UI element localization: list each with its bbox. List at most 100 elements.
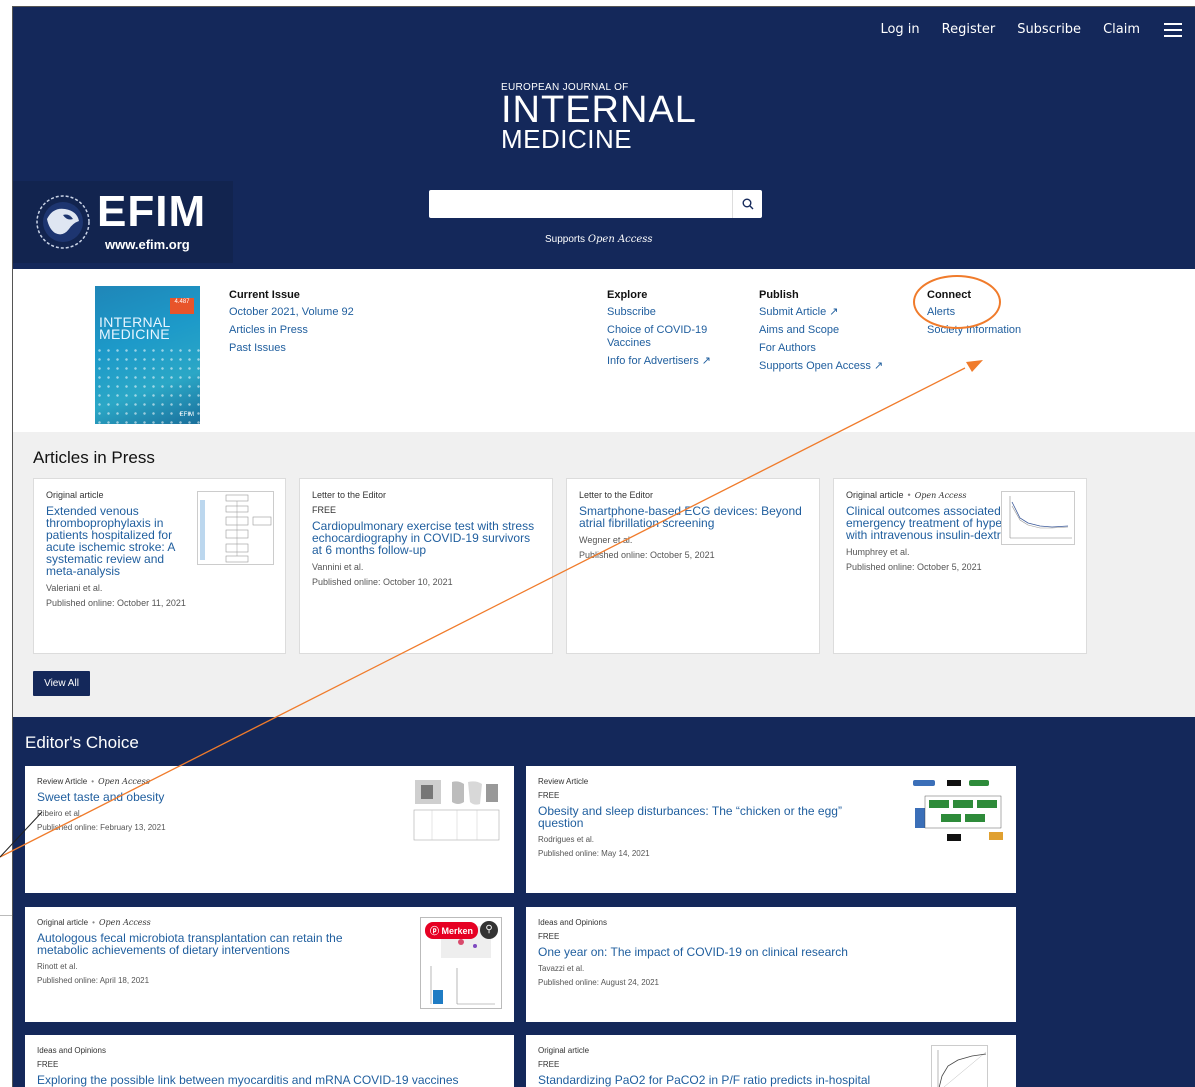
article-type: Original article — [37, 918, 89, 927]
flowchart-thumbnail-icon — [200, 494, 272, 563]
article-thumbnail[interactable] — [197, 491, 274, 565]
article-card[interactable]: Letter to the Editor FREE Cardiopulmonar… — [299, 478, 553, 654]
supports-open-access[interactable]: Supports Open Access — [545, 234, 653, 245]
article-authors: Tavazzi et al. — [538, 964, 585, 973]
explore-column: Explore Subscribe Choice of COVID-19 Vac… — [607, 289, 737, 373]
page: Log in Register Subscribe Claim EUROPEAN… — [12, 6, 1195, 1087]
efim-url: www.efim.org — [105, 237, 190, 252]
publish-heading: Publish — [759, 289, 799, 301]
view-all-button[interactable]: View All — [33, 671, 90, 696]
journal-info: 4.487 INTERNAL MEDICINE EFIM Current Iss… — [13, 269, 1195, 432]
article-card[interactable]: Review Article • Open Access Sweet taste a… — [25, 766, 514, 893]
register-link[interactable]: Register — [942, 22, 996, 37]
cover-title-line-2: MEDICINE — [99, 326, 170, 342]
open-access-label: Open Access — [914, 491, 967, 500]
logo-line-2: INTERNAL — [501, 89, 697, 131]
pinterest-save-button[interactable]: ⓟ Merken — [425, 922, 479, 939]
article-type: Review Article — [37, 777, 88, 786]
article-type: Ideas and Opinions — [37, 1046, 106, 1055]
pinterest-save-label: Merken — [441, 926, 474, 936]
open-access-label: Open Access — [98, 918, 151, 927]
claim-link[interactable]: Claim — [1103, 22, 1140, 37]
article-title[interactable]: Extended venous thromboprophylaxis in pa… — [46, 505, 196, 577]
supports-prefix: Supports — [545, 234, 588, 245]
search-bar — [429, 190, 762, 218]
efim-banner[interactable]: EFIM www.efim.org — [13, 181, 233, 263]
editors-choice-heading: Editor's Choice — [25, 733, 139, 752]
article-title[interactable]: One year on: The impact of COVID-19 on c… — [538, 946, 1004, 958]
article-type: Letter to the Editor — [579, 490, 654, 500]
explore-subscribe-link[interactable]: Subscribe — [607, 306, 737, 319]
annotation-circle — [913, 275, 1001, 329]
figure-thumbnail-icon — [413, 780, 500, 841]
site-header: Log in Register Subscribe Claim EUROPEAN… — [13, 7, 1195, 269]
free-badge: FREE — [37, 1060, 59, 1069]
article-date: Published online: August 24, 2021 — [538, 978, 659, 987]
separator-dot: • — [92, 918, 95, 927]
article-card[interactable]: Original article Extended venous thrombo… — [33, 478, 286, 654]
article-title[interactable]: Cardiopulmonary exercise test with stres… — [312, 520, 540, 556]
article-type: Letter to the Editor — [312, 490, 387, 500]
article-card[interactable]: Ideas and Opinions FREE One year on: The… — [526, 907, 1016, 1022]
efim-name: EFIM — [97, 187, 207, 236]
article-authors: Wegner et al. — [579, 535, 633, 545]
free-badge: FREE — [312, 505, 337, 515]
menu-icon[interactable] — [1164, 22, 1182, 37]
current-issue-heading: Current Issue — [229, 289, 300, 301]
editors-choice-section: Editor's Choice Review Article • Open Acce… — [13, 717, 1195, 1087]
separator-dot: • — [907, 490, 911, 500]
article-thumbnail[interactable] — [911, 778, 1005, 844]
article-title[interactable]: Smartphone-based ECG devices: Beyond atr… — [579, 505, 807, 529]
journal-logo[interactable]: EUROPEAN JOURNAL OF INTERNAL MEDICINE — [501, 82, 697, 152]
article-thumbnail[interactable]: ⓟ Merken ⚲ — [420, 917, 502, 1009]
left-divider — [0, 915, 12, 916]
current-issue-column: Current Issue October 2021, Volume 92 Ar… — [229, 289, 354, 360]
explore-heading: Explore — [607, 289, 648, 301]
current-issue-link[interactable]: October 2021, Volume 92 — [229, 306, 354, 319]
article-card[interactable]: Review Article FREE Obesity and sleep di… — [526, 766, 1016, 893]
article-card[interactable]: Original article FREE Standardizing PaO2… — [526, 1035, 1016, 1087]
past-issues-link[interactable]: Past Issues — [229, 342, 354, 355]
subscribe-link[interactable]: Subscribe — [1017, 22, 1081, 37]
article-thumbnail[interactable] — [1001, 491, 1075, 545]
article-thumbnail[interactable] — [412, 778, 501, 842]
article-date: Published online: October 10, 2021 — [312, 577, 453, 587]
articles-in-press-link[interactable]: Articles in Press — [229, 324, 354, 337]
supports-open-access-link[interactable]: Supports Open Access ↗ — [759, 360, 883, 373]
article-thumbnail[interactable] — [931, 1045, 988, 1087]
article-date: Published online: May 14, 2021 — [538, 849, 650, 858]
article-card[interactable]: Original article • Open Access Clinical ou… — [833, 478, 1087, 654]
article-title[interactable]: Autologous fecal microbiota transplantat… — [37, 932, 377, 956]
diagram-thumbnail-icon — [913, 780, 1003, 841]
articles-in-press-section: Articles in Press Original article Exten… — [13, 432, 1195, 717]
line-chart-thumbnail-icon — [1009, 496, 1072, 539]
search-button[interactable] — [732, 190, 762, 218]
top-nav: Log in Register Subscribe Claim — [880, 22, 1184, 37]
open-access-label: Open Access — [98, 777, 150, 786]
article-card[interactable]: Letter to the Editor Smartphone-based EC… — [566, 478, 820, 654]
login-link[interactable]: Log in — [880, 22, 919, 37]
submit-article-link[interactable]: Submit Article ↗ — [759, 306, 883, 319]
cover-title: INTERNAL MEDICINE — [99, 315, 171, 342]
visual-search-icon[interactable]: ⚲ — [480, 921, 498, 939]
covid-vaccines-link[interactable]: Choice of COVID-19 Vaccines — [607, 324, 737, 350]
article-title[interactable]: Obesity and sleep disturbances: The “chi… — [538, 805, 888, 829]
article-authors: Humphrey et al. — [846, 547, 910, 557]
efim-globe-icon — [36, 195, 90, 249]
aims-scope-link[interactable]: Aims and Scope — [759, 324, 883, 337]
for-authors-link[interactable]: For Authors — [759, 342, 883, 355]
article-type: Ideas and Opinions — [538, 918, 607, 927]
article-date: Published online: October 5, 2021 — [579, 550, 715, 560]
cover-footer: EFIM — [179, 412, 194, 418]
search-input[interactable] — [429, 190, 732, 218]
article-card[interactable]: Ideas and Opinions FREE Exploring the po… — [25, 1035, 514, 1087]
advertisers-link[interactable]: Info for Advertisers ↗ — [607, 355, 737, 368]
pinterest-icon: ⓟ — [430, 926, 440, 936]
journal-cover[interactable]: 4.487 INTERNAL MEDICINE EFIM — [95, 286, 200, 424]
free-badge: FREE — [538, 932, 560, 941]
article-type: Original article — [846, 490, 904, 500]
search-icon — [742, 198, 753, 210]
article-title[interactable]: Exploring the possible link between myoc… — [37, 1074, 502, 1086]
article-authors: Valeriani et al. — [46, 583, 103, 593]
article-card[interactable]: Original article • Open Access Autologous … — [25, 907, 514, 1022]
